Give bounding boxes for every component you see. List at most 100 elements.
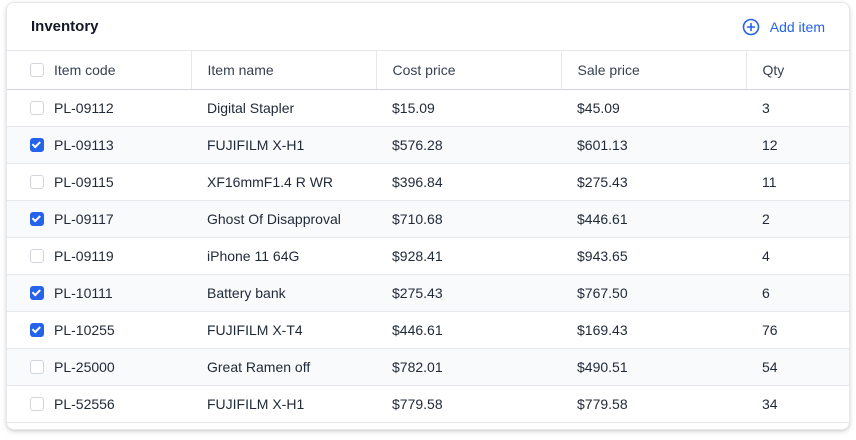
table-row[interactable]: PL-25000 Great Ramen off $782.01 $490.51 54 <box>7 348 849 386</box>
row-checkbox[interactable] <box>30 359 44 374</box>
cell-item-code: PL-09113 <box>7 126 191 164</box>
sale-price: $767.50 <box>577 284 628 301</box>
cell-item-name: FUJIFILM X-H1 <box>191 385 376 423</box>
row-checkbox[interactable] <box>30 137 44 152</box>
column-label: Item name <box>207 61 274 78</box>
row-checkbox[interactable] <box>30 322 44 337</box>
item-code: PL-09113 <box>54 136 114 153</box>
cost-price: $396.84 <box>392 173 443 190</box>
item-code: PL-25000 <box>54 358 115 375</box>
page-title: Inventory <box>31 18 99 35</box>
qty: 2 <box>762 210 770 227</box>
qty: 3 <box>762 99 770 116</box>
select-all-checkbox[interactable] <box>30 62 44 77</box>
column-label: Item code <box>54 61 116 78</box>
cell-cost-price: $928.41 <box>376 237 561 275</box>
item-code: PL-52556 <box>54 395 115 412</box>
column-header-item-code: Item code <box>7 51 191 90</box>
column-header-qty: Qty <box>745 51 849 90</box>
table-row[interactable]: PL-09112 Digital Stapler $15.09 $45.09 3 <box>7 89 849 127</box>
cell-sale-price: $45.09 <box>561 89 746 127</box>
column-header-sale-price: Sale price <box>560 51 746 90</box>
add-item-label: Add item <box>769 18 825 35</box>
item-name: Ghost Of Disapproval <box>207 210 341 227</box>
qty: 34 <box>762 395 778 412</box>
cell-qty: 54 <box>746 348 849 386</box>
cell-cost-price: $275.43 <box>376 274 561 312</box>
sale-price: $169.43 <box>577 321 628 338</box>
table-row[interactable]: PL-10255 FUJIFILM X-T4 $446.61 $169.43 76 <box>7 311 849 349</box>
cell-cost-price: $779.58 <box>376 385 561 423</box>
cell-item-code: PL-09112 <box>7 89 191 127</box>
cell-sale-price: $779.58 <box>561 385 746 423</box>
cell-item-code: PL-09115 <box>7 163 191 201</box>
cell-sale-price: $943.65 <box>561 237 746 275</box>
qty: 11 <box>762 173 777 190</box>
cell-sale-price: $601.13 <box>561 126 746 164</box>
table-row[interactable]: PL-10111 Battery bank $275.43 $767.50 6 <box>7 274 849 312</box>
cell-item-name: iPhone 11 64G <box>191 237 376 275</box>
cell-sale-price: $446.61 <box>561 200 746 238</box>
column-label: Sale price <box>577 61 640 78</box>
column-header-cost-price: Cost price <box>375 51 561 90</box>
cell-item-code: PL-09119 <box>7 237 191 275</box>
item-name: Battery bank <box>207 284 286 301</box>
row-checkbox[interactable] <box>30 285 44 300</box>
sale-price: $446.61 <box>577 210 628 227</box>
cell-item-code: PL-09117 <box>7 200 191 238</box>
item-name: iPhone 11 64G <box>207 247 300 264</box>
cell-item-code: PL-52556 <box>7 385 191 423</box>
cell-qty: 3 <box>746 89 849 127</box>
cell-item-name: Digital Stapler <box>191 89 376 127</box>
row-checkbox[interactable] <box>30 211 44 226</box>
qty: 76 <box>762 321 778 338</box>
column-header-item-name: Item name <box>190 51 376 90</box>
cell-item-name: FUJIFILM X-H1 <box>191 126 376 164</box>
cell-cost-price: $396.84 <box>376 163 561 201</box>
cell-cost-price: $15.09 <box>376 89 561 127</box>
item-code: PL-10111 <box>54 284 113 301</box>
inventory-table: Item code Item name Cost price Sale pric… <box>7 51 849 423</box>
cell-qty: 34 <box>746 385 849 423</box>
cell-item-name: Battery bank <box>191 274 376 312</box>
cell-cost-price: $446.61 <box>376 311 561 349</box>
cell-item-name: XF16mmF1.4 R WR <box>191 163 376 201</box>
table-row[interactable]: PL-09113 FUJIFILM X-H1 $576.28 $601.13 12 <box>7 126 849 164</box>
item-name: Digital Stapler <box>207 99 295 116</box>
sale-price: $45.09 <box>577 99 620 116</box>
sale-price: $601.13 <box>577 136 628 153</box>
cell-sale-price: $169.43 <box>561 311 746 349</box>
item-code: PL-10255 <box>54 321 115 338</box>
row-checkbox[interactable] <box>30 174 44 189</box>
table-row[interactable]: PL-09115 XF16mmF1.4 R WR $396.84 $275.43 11 <box>7 163 849 201</box>
table-row[interactable]: PL-09119 iPhone 11 64G $928.41 $943.65 4 <box>7 237 849 275</box>
cell-item-name: FUJIFILM X-T4 <box>191 311 376 349</box>
item-name: FUJIFILM X-H1 <box>207 136 305 153</box>
item-name: Great Ramen off <box>207 358 311 375</box>
table-row[interactable]: PL-52556 FUJIFILM X-H1 $779.58 $779.58 34 <box>7 385 849 423</box>
cost-price: $446.61 <box>392 321 443 338</box>
item-code: PL-09119 <box>54 247 114 264</box>
qty: 6 <box>762 284 770 301</box>
row-checkbox[interactable] <box>30 248 44 263</box>
cell-item-code: PL-10255 <box>7 311 191 349</box>
qty: 4 <box>762 247 770 264</box>
qty: 54 <box>762 358 778 375</box>
cost-price: $779.58 <box>392 395 443 412</box>
table-row[interactable]: PL-09117 Ghost Of Disapproval $710.68 $446.… <box>7 200 849 238</box>
add-item-button[interactable]: Add item <box>742 18 825 36</box>
row-checkbox[interactable] <box>30 100 44 115</box>
cell-sale-price: $767.50 <box>561 274 746 312</box>
row-checkbox[interactable] <box>30 396 44 411</box>
cell-item-name: Ghost Of Disapproval <box>191 200 376 238</box>
item-name: FUJIFILM X-T4 <box>207 321 303 338</box>
item-code: PL-09115 <box>54 173 114 190</box>
sale-price: $943.65 <box>577 247 628 264</box>
cell-qty: 4 <box>746 237 849 275</box>
item-code: PL-09117 <box>54 210 114 227</box>
cost-price: $782.01 <box>392 358 443 375</box>
column-label: Cost price <box>392 61 456 78</box>
cell-cost-price: $710.68 <box>376 200 561 238</box>
cost-price: $15.09 <box>392 99 435 116</box>
cell-item-name: Great Ramen off <box>191 348 376 386</box>
